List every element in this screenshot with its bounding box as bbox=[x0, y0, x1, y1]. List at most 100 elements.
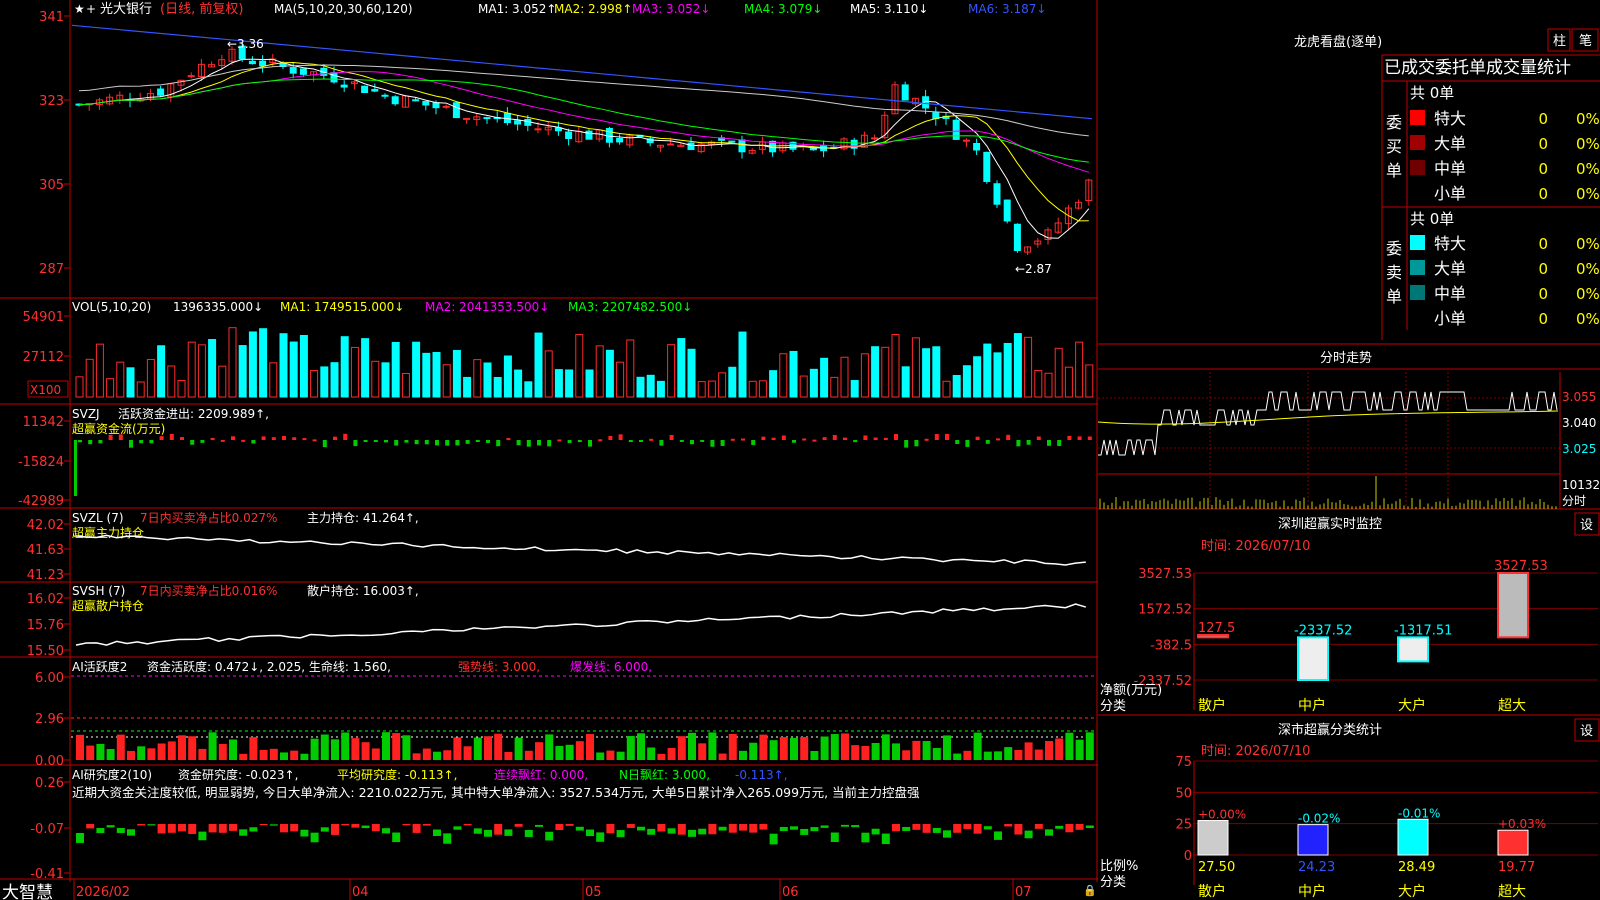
ai-research-bar bbox=[841, 824, 849, 827]
ai-research-bar bbox=[708, 824, 717, 835]
svzj-axis: 11342 -15824 -42989 bbox=[18, 415, 70, 509]
ai-research-bar bbox=[96, 828, 105, 834]
vol-ma-value: MA2: 2041353.500↓ bbox=[425, 300, 549, 314]
swatch bbox=[1410, 135, 1425, 150]
intraday-price-line bbox=[1098, 391, 1558, 456]
row-label: 小单 bbox=[1434, 309, 1466, 328]
ai-active-bar bbox=[484, 736, 492, 760]
volume-bar bbox=[208, 339, 217, 398]
volume-bar bbox=[1024, 336, 1033, 398]
ai-research-bar bbox=[269, 824, 278, 826]
volume-bar bbox=[95, 343, 104, 398]
volume-bar bbox=[769, 370, 778, 398]
volume-bar bbox=[952, 375, 961, 398]
volume-bar bbox=[605, 349, 614, 398]
volume-bar bbox=[85, 358, 94, 398]
candle-body bbox=[514, 120, 522, 125]
row-pct: 0% bbox=[1576, 260, 1600, 278]
volume-bar bbox=[401, 372, 410, 398]
ai-research-bar bbox=[453, 826, 462, 830]
ai-research-bar bbox=[943, 830, 951, 838]
svzj-bar bbox=[78, 440, 82, 443]
sz-classify-change: +0.00% bbox=[1198, 808, 1246, 822]
ai-active-bar bbox=[667, 747, 676, 760]
svzj-bar bbox=[955, 440, 960, 444]
ai-active-bar bbox=[188, 736, 197, 760]
ma-line bbox=[78, 64, 1089, 137]
main-chart-area[interactable]: ★ + 光大银行 (日线, 前复权) MA(5,10,20,30,60,120)… bbox=[0, 0, 1098, 900]
ai-active-title: AI活跃度2 bbox=[72, 659, 127, 674]
ai-research-bar bbox=[198, 831, 207, 841]
volume-bar bbox=[167, 365, 176, 398]
ai-active-bar bbox=[677, 736, 686, 760]
sz-classify-change: +0.03% bbox=[1498, 817, 1546, 831]
ai-strong-line: 强势线: 3.000, bbox=[458, 660, 540, 674]
volume-bar bbox=[310, 370, 319, 398]
candle-body bbox=[983, 151, 991, 182]
svzj-bar bbox=[802, 438, 807, 441]
ai-research-bar bbox=[137, 824, 146, 826]
axis-tick: 41.63 bbox=[27, 543, 64, 558]
ai-active-bar bbox=[922, 741, 931, 760]
row-label: 大单 bbox=[1434, 259, 1466, 278]
side-panel: 龙虎看盘(逐单) 柱 笔 已成交委托单成交量统计 委买单 委卖单 共 0单 共 … bbox=[1098, 28, 1600, 900]
volume-bar bbox=[697, 381, 706, 398]
volume-bar bbox=[758, 380, 767, 398]
volume-bar bbox=[871, 346, 880, 398]
plus-icon[interactable]: + bbox=[86, 2, 96, 16]
ai-research-bar bbox=[280, 824, 288, 833]
volume-bar bbox=[707, 380, 716, 398]
volume-bar bbox=[932, 346, 941, 398]
ai-research-bar bbox=[922, 824, 931, 833]
bar-tab-label[interactable]: 柱 bbox=[1553, 34, 1566, 49]
ai-research-bar bbox=[504, 829, 513, 836]
sz-monitor-settings-label[interactable]: 设 bbox=[1580, 518, 1593, 533]
vol-unit: X100 bbox=[30, 383, 61, 397]
ai-research-bar bbox=[759, 824, 768, 830]
candle-body bbox=[565, 131, 573, 139]
stock-name: 光大银行 bbox=[100, 2, 152, 17]
sz-classify-tick: 0 bbox=[1184, 849, 1192, 864]
ai-research-bar bbox=[402, 824, 411, 826]
sz-classify-settings-label[interactable]: 设 bbox=[1580, 724, 1593, 739]
ai-research-bar bbox=[718, 826, 727, 831]
svzj-bar bbox=[934, 434, 939, 440]
ai-research-bar bbox=[443, 833, 452, 844]
volume-bar bbox=[554, 369, 563, 398]
sell-side-char: 委 bbox=[1386, 239, 1402, 258]
lock-icon[interactable]: 🔒 bbox=[1083, 884, 1097, 897]
svzj-bar bbox=[863, 435, 868, 440]
svzj-bar bbox=[384, 440, 388, 443]
volume-bar bbox=[626, 339, 635, 398]
date-label: 05 bbox=[585, 885, 602, 900]
ai-active-bar bbox=[167, 741, 176, 760]
ai-research-bar bbox=[178, 824, 186, 832]
svzj-bar bbox=[598, 439, 603, 442]
trade-tab-label[interactable]: 笔 bbox=[1579, 33, 1592, 49]
row-pct: 0% bbox=[1576, 135, 1600, 153]
svzj-bar bbox=[149, 440, 154, 444]
candle-body bbox=[728, 140, 736, 143]
ai-research-bar bbox=[188, 824, 197, 834]
ai-active-bar bbox=[759, 734, 768, 760]
ai-active-bar bbox=[1014, 749, 1023, 760]
volume-bar bbox=[983, 343, 992, 398]
volume-bar bbox=[1013, 333, 1022, 398]
ai-active-bar bbox=[555, 745, 564, 760]
ai-burst-line: 爆发线: 6.000, bbox=[570, 659, 652, 674]
ai-active-bar bbox=[106, 749, 115, 760]
svzj-bar bbox=[435, 440, 439, 446]
volume-bar bbox=[197, 344, 206, 398]
sz-classify-time: 时间: 2026/07/10 bbox=[1201, 744, 1310, 759]
volume-bar bbox=[432, 351, 441, 398]
ai-research-bar bbox=[657, 824, 666, 832]
ai-active-bar bbox=[586, 734, 594, 760]
axis-tick: 54901 bbox=[23, 310, 64, 325]
sz-classify-title: 深市超赢分类统计 bbox=[1278, 722, 1382, 738]
row-count: 0 bbox=[1538, 160, 1548, 178]
moving-average-lines bbox=[71, 24, 1093, 239]
svzj-bar bbox=[414, 440, 419, 445]
ai-research-bar bbox=[473, 828, 482, 834]
ai-active-bar bbox=[606, 750, 615, 760]
star-icon[interactable]: ★ bbox=[74, 2, 85, 16]
